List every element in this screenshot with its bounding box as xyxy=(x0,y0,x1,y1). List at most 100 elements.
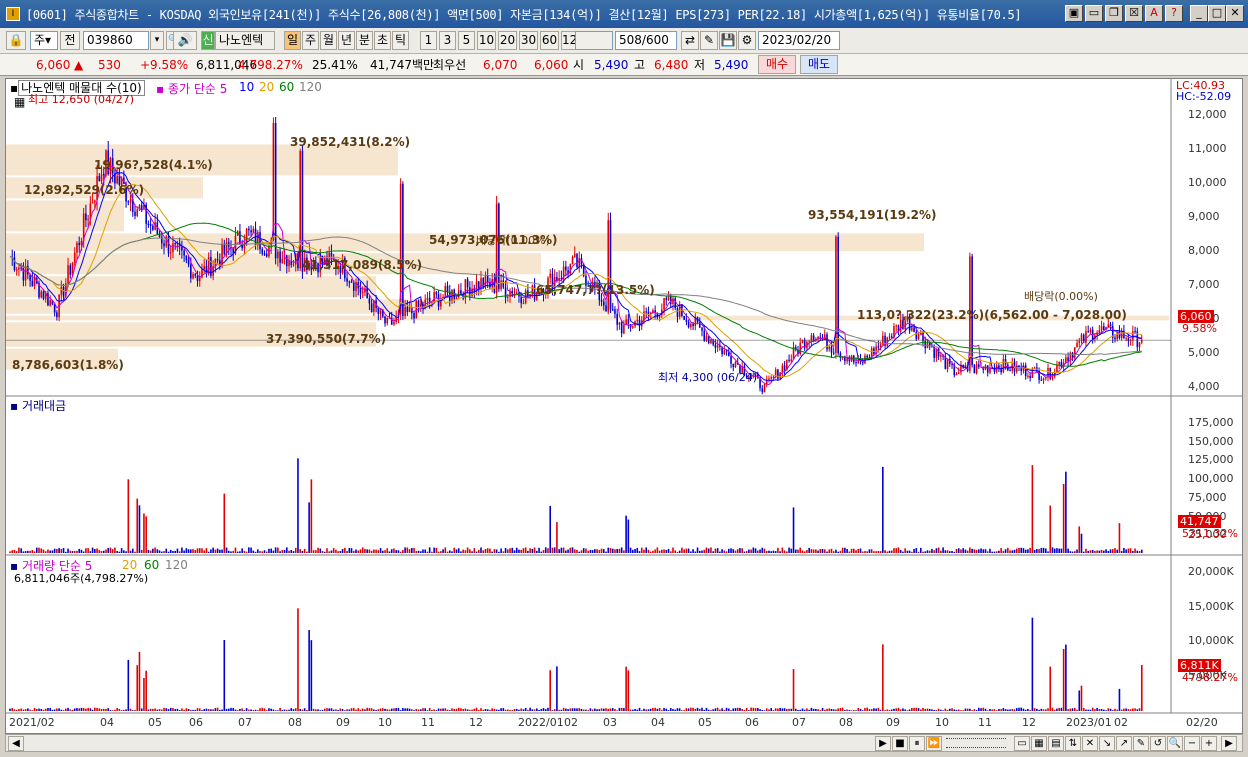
count-input[interactable]: 508/600 xyxy=(615,31,677,50)
maximize-button[interactable]: □ xyxy=(1208,5,1226,22)
swap-icon[interactable]: ⇄ xyxy=(681,31,699,50)
sell-button[interactable]: 매도 xyxy=(800,55,838,74)
amount-bar xyxy=(221,549,223,553)
amount-bar xyxy=(692,549,694,553)
speaker-icon[interactable]: 🔊 xyxy=(173,31,197,50)
interval-button[interactable]: 20 xyxy=(498,31,517,50)
help-icon[interactable]: ? xyxy=(1165,5,1183,22)
prev-button[interactable]: 전 xyxy=(60,31,80,50)
amount-bar xyxy=(100,551,103,553)
change-pct: +9.58% xyxy=(140,58,189,72)
font-icon[interactable]: A xyxy=(1145,5,1163,22)
volume-bar xyxy=(203,709,206,711)
volume-bar xyxy=(812,708,815,711)
volume-bar xyxy=(308,630,310,711)
play-icon[interactable]: ▶ xyxy=(875,736,891,751)
candle-icon[interactable]: ▦ xyxy=(1031,736,1047,751)
interval-button[interactable]: 5 xyxy=(458,31,475,50)
code-dropdown-button[interactable]: ▾ xyxy=(150,31,164,50)
settings-icon[interactable]: ☒ xyxy=(1125,5,1143,22)
amount-bar xyxy=(580,550,583,553)
amount-bar xyxy=(835,549,837,553)
amount-bar xyxy=(734,550,737,553)
volume-bar xyxy=(600,708,603,711)
tile-icon[interactable]: ▭ xyxy=(1085,5,1103,22)
interval-button[interactable]: 60 xyxy=(540,31,559,50)
eraser-icon[interactable]: ✎ xyxy=(1133,736,1149,751)
amount-bar xyxy=(357,550,360,553)
lock-icon[interactable]: 🔒 xyxy=(6,31,26,50)
line-icon[interactable]: ⇅ xyxy=(1065,736,1081,751)
chart-canvas[interactable] xyxy=(6,79,1242,733)
gear-icon[interactable]: ⚙ xyxy=(738,31,756,50)
buy-button[interactable]: 매수 xyxy=(758,55,796,74)
save-icon[interactable]: 💾 xyxy=(719,31,737,50)
volume-bar xyxy=(469,709,471,711)
interval-custom-input[interactable] xyxy=(575,31,613,50)
volume-bar xyxy=(134,710,136,711)
trend-icon[interactable]: ↘ xyxy=(1099,736,1115,751)
stop-icon[interactable]: ■ xyxy=(892,736,908,751)
volume-bar xyxy=(569,708,572,711)
volume-bar xyxy=(35,709,38,711)
close-button[interactable]: ✕ xyxy=(1226,5,1244,22)
period-tab[interactable]: 년 xyxy=(338,31,355,50)
date-input[interactable]: 2023/02/20 xyxy=(758,31,840,50)
amount-bar xyxy=(51,550,54,553)
interval-button[interactable]: 30 xyxy=(519,31,538,50)
volume-bar xyxy=(944,708,947,711)
period-tab[interactable]: 틱 xyxy=(392,31,409,50)
market-select[interactable]: 주▾ xyxy=(30,31,58,50)
amount-bar xyxy=(277,547,279,553)
chart-scrollbar[interactable]: ◀ ▶ ■ ⏸ ⏩ ▭ ▦ ▤ ⇅ ✕ ↘ ↗ ✎ ↺ 🔍 − + ▶ xyxy=(5,734,1243,752)
draw-icon[interactable]: ✎ xyxy=(700,31,718,50)
amount-bar xyxy=(1111,549,1114,553)
cross-icon[interactable]: ✕ xyxy=(1082,736,1098,751)
volume-bar xyxy=(489,709,491,711)
pause-icon[interactable]: ⏸ xyxy=(909,736,925,751)
volume-bar xyxy=(1027,708,1029,711)
amount-bar xyxy=(216,548,219,553)
scroll-right-button[interactable]: ▶ xyxy=(1221,736,1237,751)
amount-bar xyxy=(377,550,380,553)
amount-bar xyxy=(312,550,315,553)
bar-icon[interactable]: ▤ xyxy=(1048,736,1064,751)
zoom-icon[interactable]: 🔍 xyxy=(1167,736,1183,751)
period-tab[interactable]: 초 xyxy=(374,31,391,50)
link-icon[interactable]: ▣ xyxy=(1065,5,1083,22)
amount-bar xyxy=(1018,547,1020,553)
zoom-out-button[interactable]: − xyxy=(1184,736,1200,751)
chart-area[interactable]: ▪ 나노엔텍 매물대 수(10) ▪ 종가 단순 5 10 20 60 120 최… xyxy=(5,78,1243,734)
period-tab[interactable]: 월 xyxy=(320,31,337,50)
fast-forward-icon[interactable]: ⏩ xyxy=(926,736,942,751)
period-tab[interactable]: 분 xyxy=(356,31,373,50)
volume-bar xyxy=(672,709,674,711)
chart-type-icon[interactable]: ▭ xyxy=(1014,736,1030,751)
candle-body xyxy=(1089,329,1092,333)
copy-icon[interactable]: ❐ xyxy=(1105,5,1123,22)
period-tab[interactable]: 주 xyxy=(302,31,319,50)
interval-button[interactable]: 10 xyxy=(477,31,496,50)
scroll-left-button[interactable]: ◀ xyxy=(8,736,24,751)
volume-bar xyxy=(578,708,581,711)
volume-bar xyxy=(837,708,839,711)
interval-button[interactable]: 3 xyxy=(439,31,456,50)
amount-bar xyxy=(1015,548,1018,553)
grid-icon[interactable]: ▦ xyxy=(14,95,25,109)
amount-bar xyxy=(105,549,107,553)
minimize-button[interactable]: _ xyxy=(1190,5,1208,22)
amount-bar xyxy=(723,550,726,553)
amount-bar xyxy=(49,550,51,553)
candle-body xyxy=(85,213,87,221)
volume-bar xyxy=(201,710,203,711)
zoom-in-button[interactable]: + xyxy=(1201,736,1217,751)
refresh-icon[interactable]: ↺ xyxy=(1150,736,1166,751)
code-input[interactable]: 039860 xyxy=(83,31,149,50)
interval-button[interactable]: 1 xyxy=(420,31,437,50)
up-arrow-icon: ▲ xyxy=(74,58,84,72)
amount-bar xyxy=(486,548,489,553)
volume-bar xyxy=(143,677,145,711)
speed-slider[interactable] xyxy=(946,738,1006,748)
fib-icon[interactable]: ↗ xyxy=(1116,736,1132,751)
period-tab[interactable]: 일 xyxy=(284,31,301,50)
